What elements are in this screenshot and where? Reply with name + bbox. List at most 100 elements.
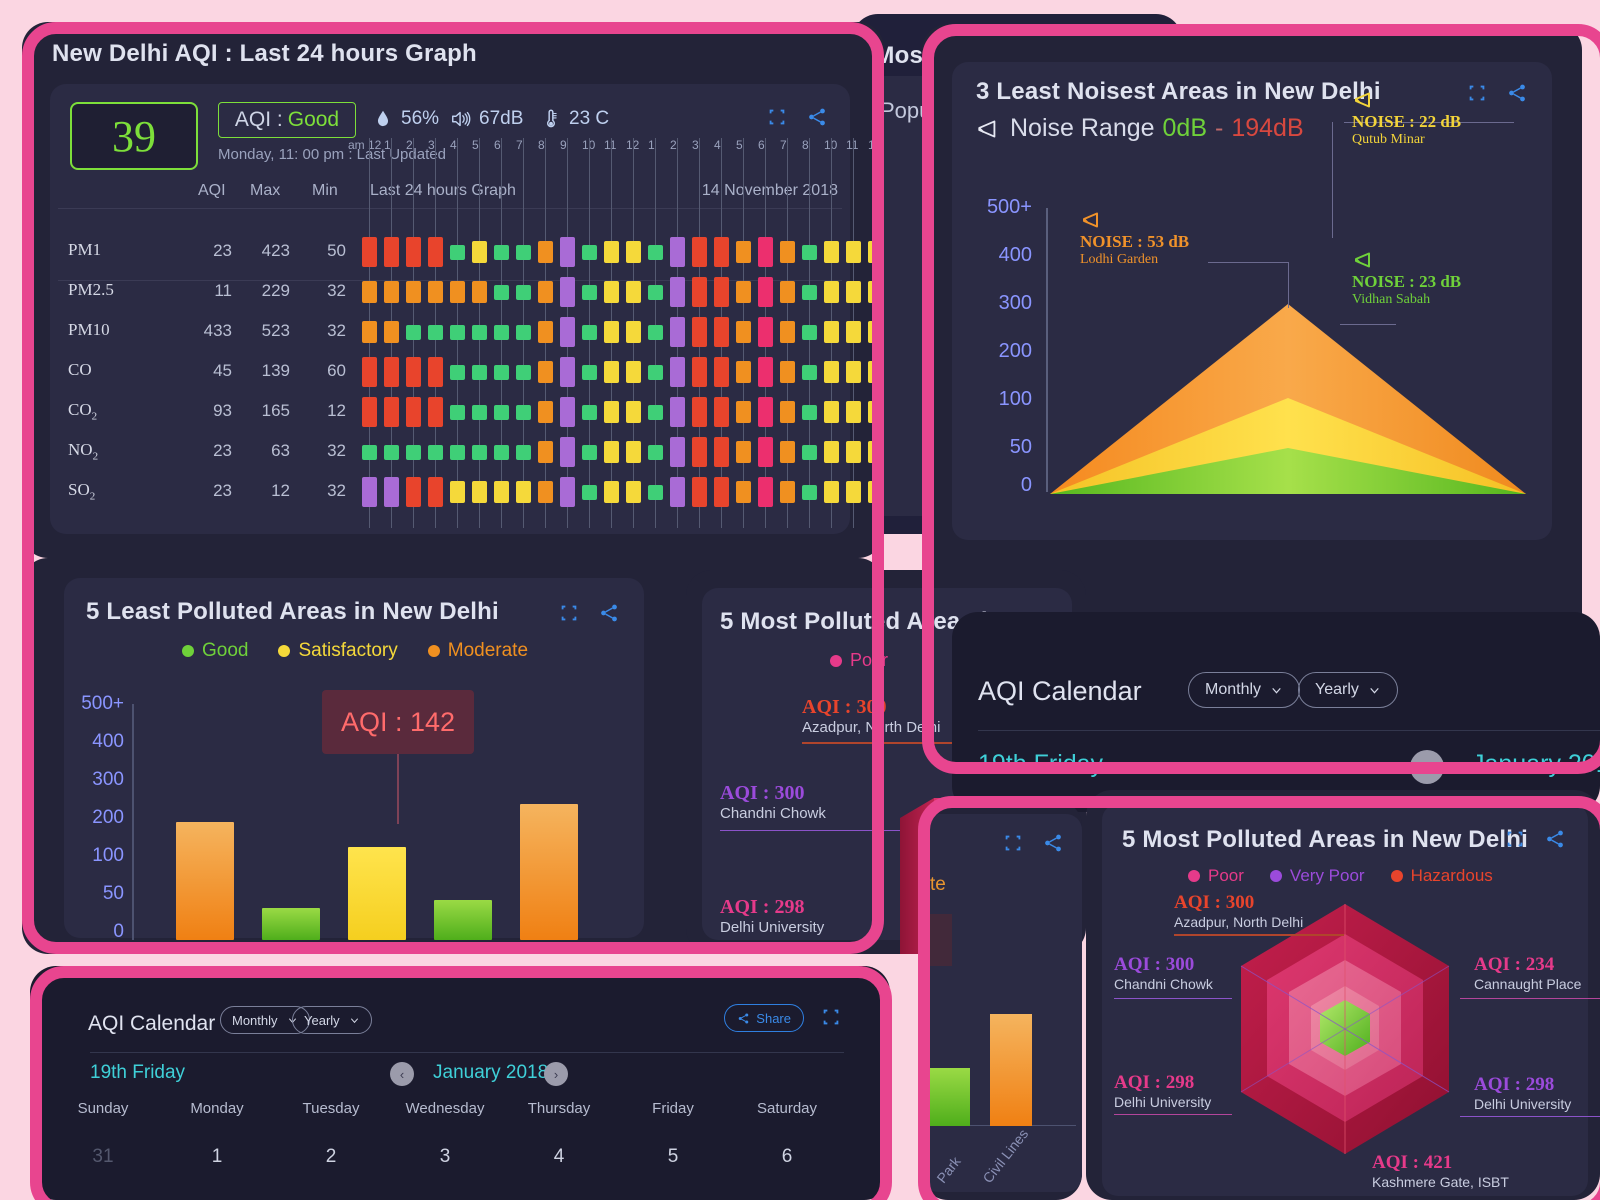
noise-y-tick: 300 — [998, 292, 1032, 314]
radar-area-kashmere: Kashmere Gate, ISBT — [1372, 1174, 1509, 1190]
heatmap-bar — [450, 324, 465, 340]
radar-value-kashmere: AQI : 421 — [1372, 1152, 1453, 1173]
calendar-day-header: Sunday — [77, 1100, 129, 1117]
share-icon[interactable] — [1042, 832, 1064, 854]
table-row: NO2 23 63 32 — [50, 432, 883, 472]
calendar-date-cell[interactable]: 4 — [504, 1146, 614, 1168]
heatmap-bar — [802, 484, 817, 500]
collapse-icon[interactable] — [766, 106, 788, 128]
noise-range-high: 194dB — [1231, 114, 1304, 142]
heatmap-bar — [472, 404, 487, 420]
calendar-date-cell[interactable]: 31 — [48, 1146, 158, 1168]
collapse-icon[interactable] — [558, 602, 580, 624]
radar-hexagons — [1240, 904, 1450, 1154]
row-aqi: 11 — [214, 281, 232, 300]
calendar-right-yearly-dropdown[interactable]: Yearly — [1298, 672, 1398, 708]
row-label: PM2.5 — [68, 280, 114, 299]
legend-label: Hazardous — [1410, 866, 1493, 885]
calendar-bottom-yearly-dropdown[interactable]: Yearly — [292, 1006, 372, 1034]
panel-radar-body: 5 Most Polluted Areas in New Delhi Poor V… — [1102, 804, 1600, 1196]
collapse-icon[interactable] — [1002, 832, 1024, 854]
row-aqi: 93 — [213, 401, 232, 420]
fragment-legend-moderate: derate — [922, 874, 946, 895]
heatmap-bar — [626, 481, 641, 503]
calendar-share-button[interactable]: Share — [724, 1004, 804, 1032]
heatmap-bar — [714, 237, 729, 267]
heatmap-bar — [736, 281, 751, 303]
heatmap-bar — [472, 481, 487, 503]
heatmap-bar — [824, 241, 839, 263]
heatmap-bar — [868, 441, 883, 463]
heatmap-bar — [494, 324, 509, 340]
calendar-date-cell[interactable]: 2 — [276, 1146, 386, 1168]
calendar-date-cell[interactable]: 1 — [162, 1146, 272, 1168]
heatmap-bar — [824, 401, 839, 423]
monthly-label: Monthly — [232, 1012, 278, 1028]
calendar-date-cell[interactable]: 3 — [390, 1146, 500, 1168]
heatmap-bar — [560, 317, 575, 347]
prism-area-azadpur: Azadpur, North Delhi — [802, 719, 941, 736]
heatmap-bar — [692, 277, 707, 307]
table-row: PM1 23 423 50 — [50, 232, 883, 272]
share-icon[interactable] — [806, 106, 828, 128]
heatmap-bar — [604, 361, 619, 383]
row-min: 32 — [327, 441, 346, 460]
radar-label-kashmere: AQI : 421 Kashmere Gate, ISBT — [1372, 1152, 1509, 1190]
heatmap-bar — [758, 437, 773, 467]
panel-calendar-right: AQI Calendar Monthly Yearly 19th Friday … — [952, 612, 1600, 812]
heatmap-bar — [626, 321, 641, 343]
heatmap-bar — [538, 481, 553, 503]
share-icon[interactable] — [1506, 82, 1528, 104]
calendar-right-prev-button[interactable]: ‹ — [1410, 750, 1444, 784]
radar-area-azadpur: Azadpur, North Delhi — [1174, 914, 1304, 930]
heatmap-bar — [604, 241, 619, 263]
heatmap-bar — [516, 404, 531, 420]
heatmap-bar — [626, 241, 641, 263]
row-aqi: 23 — [213, 481, 232, 500]
leader-lodhi — [1208, 262, 1288, 263]
thermometer-icon — [546, 109, 557, 128]
collapse-icon[interactable] — [1466, 82, 1488, 104]
calendar-day-header: Saturday — [756, 1100, 818, 1117]
heatmap-bar — [538, 361, 553, 383]
pollutant-table: PM1 23 423 50 PM2.5 11 229 32 PM10 433 523 32 CO 45 13… — [50, 232, 883, 528]
share-icon[interactable] — [598, 602, 620, 624]
calendar-bottom-prev-button[interactable]: ‹ — [390, 1062, 414, 1086]
least-polluted-bar — [176, 822, 234, 940]
tooltip-stem — [397, 754, 399, 824]
row-bars — [360, 352, 883, 392]
heatmap-bar — [582, 484, 597, 500]
radar-label-du-right: AQI : 298 Delhi University — [1460, 1074, 1600, 1117]
table-row: SO2 23 12 32 — [50, 472, 883, 512]
radar-area-du-right: Delhi University — [1474, 1096, 1572, 1112]
monthly-label: Monthly — [1205, 681, 1262, 698]
heatmap-bar — [670, 277, 685, 307]
collapse-icon[interactable] — [1504, 828, 1526, 850]
heatmap-bar — [582, 284, 597, 300]
radar-leader-du-left — [1114, 1114, 1232, 1115]
calendar-date-cell[interactable]: 5 — [618, 1146, 728, 1168]
collapse-icon[interactable] — [820, 1006, 842, 1028]
heatmap-bar — [428, 444, 443, 460]
calendar-bottom-next-button[interactable]: › — [544, 1062, 568, 1086]
heatmap-bar — [362, 397, 377, 427]
heatmap-bar — [494, 444, 509, 460]
row-label: SO2 — [68, 480, 96, 503]
row-label: CO — [68, 360, 92, 379]
share-icon[interactable] — [1544, 828, 1566, 850]
legend-label: Satisfactory — [298, 640, 398, 661]
calendar-right-monthly-dropdown[interactable]: Monthly — [1188, 672, 1301, 708]
least-polluted-bar — [262, 908, 320, 940]
heatmap-bar — [384, 444, 399, 460]
heatmap-bar — [604, 441, 619, 463]
calendar-bottom-month: January 2018 — [433, 1062, 549, 1083]
calendar-date-cell[interactable]: 6 — [732, 1146, 842, 1168]
heatmap-bar — [362, 281, 377, 303]
row-max: 12 — [271, 481, 290, 500]
least-polluted-y-tick: 500+ — [81, 693, 124, 714]
col-header-aqi: AQI — [198, 182, 226, 199]
legend-dot — [427, 645, 440, 657]
prism-area-chandni: Chandni Chowk — [720, 805, 826, 822]
row-bars — [360, 272, 883, 312]
heatmap-bar — [758, 277, 773, 307]
